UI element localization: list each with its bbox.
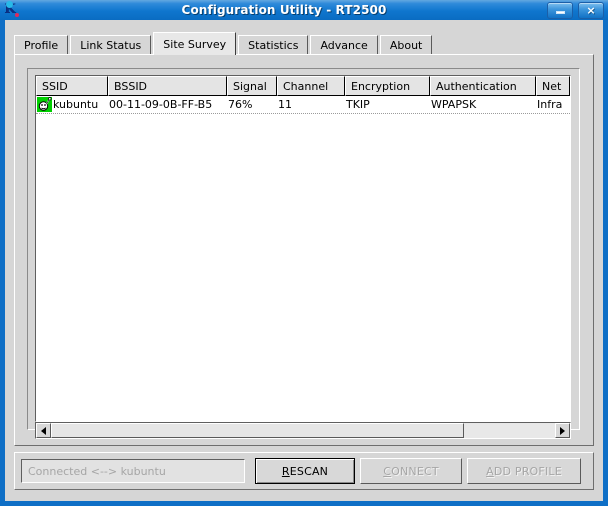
rescan-mnemonic: R xyxy=(282,465,290,478)
add-profile-label: DD PROFILE xyxy=(494,465,562,478)
connect-mnemonic: C xyxy=(383,465,391,478)
minimize-button[interactable] xyxy=(547,2,573,19)
column-header-label: Encryption xyxy=(351,80,410,93)
tab-about[interactable]: About xyxy=(380,35,433,55)
site-survey-panel: SSID BSSID Signal Channel Encryption Authenti… xyxy=(14,54,594,446)
channel-text: 11 xyxy=(278,98,292,111)
column-header-net[interactable]: Net xyxy=(536,76,570,96)
tab-label: Statistics xyxy=(248,39,298,52)
kde-k-logo-icon[interactable]: K xyxy=(0,0,20,20)
cell-bssid: 00-11-09-0B-FF-B5 xyxy=(108,96,227,113)
column-header-encryption[interactable]: Encryption xyxy=(345,76,430,96)
connect-button[interactable]: CONNECT xyxy=(360,458,462,484)
add-profile-button[interactable]: ADD PROFILE xyxy=(467,458,581,484)
connection-status-field[interactable]: Connected <--> kubuntu xyxy=(21,459,245,483)
cell-ssid: kubuntu xyxy=(36,96,108,113)
connect-label: ONNECT xyxy=(391,465,439,478)
column-header-channel[interactable]: Channel xyxy=(277,76,345,96)
cell-network_type: Infra xyxy=(536,96,570,113)
network_type-text: Infra xyxy=(537,98,562,111)
ap-list[interactable]: SSID BSSID Signal Channel Encryption Authenti… xyxy=(35,75,571,422)
ssid-text: kubuntu xyxy=(53,98,98,111)
ap-list-header: SSID BSSID Signal Channel Encryption Authenti… xyxy=(36,76,570,96)
scroll-right-arrow-icon[interactable] xyxy=(555,423,570,438)
tab-advance[interactable]: Advance xyxy=(310,35,377,55)
tab-bar: Profile Link Status Site Survey Statistics A… xyxy=(14,32,434,55)
column-header-signal[interactable]: Signal xyxy=(227,76,277,96)
scroll-left-arrow-icon[interactable] xyxy=(36,423,51,438)
window-frame-right xyxy=(603,0,608,506)
access-point-icon xyxy=(37,97,52,112)
rescan-label: ESCAN xyxy=(290,465,328,478)
add-profile-mnemonic: A xyxy=(486,465,494,478)
bssid-text: 00-11-09-0B-FF-B5 xyxy=(109,98,212,111)
close-button[interactable]: × xyxy=(578,2,604,19)
rescan-button[interactable]: RESCAN xyxy=(255,458,355,484)
authentication-text: WPAPSK xyxy=(431,98,476,111)
tab-label: About xyxy=(390,39,423,52)
ap-list-hscrollbar[interactable] xyxy=(35,422,571,439)
tab-link-status[interactable]: Link Status xyxy=(70,35,151,55)
column-header-ssid[interactable]: SSID xyxy=(36,76,108,96)
k-logo-gear-icon xyxy=(6,1,13,8)
ap-list-rows: kubuntu 00-11-09-0B-FF-B5 76% 11 TKIP WPAPSK I… xyxy=(36,96,570,421)
application-window: K Configuration Utility - RT2500 × Profi… xyxy=(0,0,608,506)
k-logo-dot-icon xyxy=(15,13,19,17)
column-header-label: Authentication xyxy=(436,80,517,93)
tab-statistics[interactable]: Statistics xyxy=(238,35,308,55)
cell-encryption: TKIP xyxy=(345,96,430,113)
cell-channel: 11 xyxy=(277,96,345,113)
window-frame-bottom xyxy=(0,501,608,506)
tab-label: Profile xyxy=(24,39,58,52)
tab-label: Link Status xyxy=(80,39,141,52)
scrollbar-thumb[interactable] xyxy=(51,423,464,438)
minimize-icon xyxy=(556,11,565,14)
client-area: Profile Link Status Site Survey Statistics A… xyxy=(5,20,603,501)
encryption-text: TKIP xyxy=(346,98,370,111)
close-icon: × xyxy=(586,5,595,16)
site-survey-groupbox: SSID BSSID Signal Channel Encryption Authenti… xyxy=(27,68,580,430)
cell-signal: 76% xyxy=(227,96,277,113)
column-header-label: Signal xyxy=(233,80,267,93)
window-title: Configuration Utility - RT2500 xyxy=(20,3,608,17)
title-bar[interactable]: K Configuration Utility - RT2500 × xyxy=(0,0,608,20)
tab-label: Site Survey xyxy=(163,38,226,51)
column-header-label: SSID xyxy=(42,80,68,93)
column-header-authentication[interactable]: Authentication xyxy=(430,76,536,96)
scrollbar-track[interactable] xyxy=(51,423,555,438)
column-header-label: Net xyxy=(542,80,561,93)
bottom-action-bar: Connected <--> kubuntu RESCAN CONNECT AD… xyxy=(14,452,594,490)
column-header-label: Channel xyxy=(283,80,328,93)
tab-label: Advance xyxy=(320,39,367,52)
tab-site-survey[interactable]: Site Survey xyxy=(153,32,236,55)
signal-text: 76% xyxy=(228,98,252,111)
cell-authentication: WPAPSK xyxy=(430,96,536,113)
ap-list-row[interactable]: kubuntu 00-11-09-0B-FF-B5 76% 11 TKIP WPAPSK I… xyxy=(36,96,570,114)
column-header-bssid[interactable]: BSSID xyxy=(108,76,227,96)
column-header-label: BSSID xyxy=(114,80,147,93)
tab-profile[interactable]: Profile xyxy=(14,35,68,55)
window-controls: × xyxy=(547,2,604,19)
ap-list-inner: SSID BSSID Signal Channel Encryption Authenti… xyxy=(36,76,570,421)
